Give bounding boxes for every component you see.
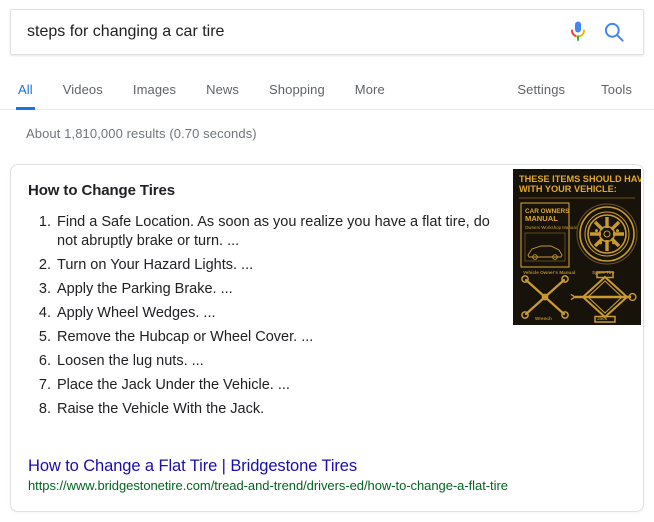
tab-news[interactable]: News — [206, 72, 239, 110]
tab-tools[interactable]: Tools — [601, 72, 632, 110]
featured-snippet-source: How to Change a Flat Tire | Bridgestone … — [28, 456, 628, 494]
list-item: Loosen the lug nuts. ... — [55, 352, 499, 371]
google-search-results-page: All Videos Images News Shopping More Set… — [0, 0, 654, 522]
search-bar-icons — [569, 20, 643, 44]
featured-snippet-card: How to Change Tires Find a Safe Location… — [10, 164, 644, 512]
nav-tabs-left: All Videos Images News Shopping More — [18, 72, 415, 110]
microphone-icon[interactable] — [569, 20, 587, 44]
list-item: Remove the Hubcap or Wheel Cover. ... — [55, 328, 499, 347]
thumbnail-caption-jack: Jack — [597, 316, 608, 321]
tab-settings[interactable]: Settings — [517, 72, 565, 110]
tab-shopping[interactable]: Shopping — [269, 72, 325, 110]
result-url: https://www.bridgestonetire.com/tread-an… — [28, 478, 628, 494]
nav-tabs-right: Settings Tools — [481, 72, 632, 110]
list-item: Find a Safe Location. As soon as you rea… — [55, 213, 499, 250]
search-bar[interactable] — [10, 9, 644, 55]
tab-all[interactable]: All — [18, 72, 33, 110]
search-nav-tabs: All Videos Images News Shopping More Set… — [0, 72, 654, 110]
featured-snippet-steps-list: Find a Safe Location. As soon as you rea… — [29, 213, 499, 424]
result-stats: About 1,810,000 results (0.70 seconds) — [26, 126, 257, 141]
list-item: Apply the Parking Brake. ... — [55, 280, 499, 299]
list-item: Raise the Vehicle With the Jack. — [55, 400, 499, 419]
list-item: Place the Jack Under the Vehicle. ... — [55, 376, 499, 395]
thumbnail-heading-line1: THESE ITEMS SHOULD HAVE COME — [519, 174, 641, 184]
list-item: Apply Wheel Wedges. ... — [55, 304, 499, 323]
list-item: Turn on Your Hazard Lights. ... — [55, 256, 499, 275]
tab-more[interactable]: More — [355, 72, 385, 110]
search-input[interactable] — [11, 10, 569, 54]
svg-text:Owners Workshop Manual: Owners Workshop Manual — [525, 225, 577, 230]
search-icon[interactable] — [603, 21, 625, 43]
svg-text:MANUAL: MANUAL — [525, 214, 558, 223]
thumbnail-caption-manual: Vehicle Owner's Manual — [523, 270, 575, 275]
featured-snippet-thumbnail[interactable]: THESE ITEMS SHOULD HAVE COME WITH YOUR V… — [513, 169, 641, 325]
tab-images[interactable]: Images — [133, 72, 176, 110]
thumbnail-heading-line2: WITH YOUR VEHICLE: — [519, 184, 617, 194]
tab-videos[interactable]: Videos — [63, 72, 103, 110]
featured-snippet-title: How to Change Tires — [28, 182, 175, 199]
result-title-link[interactable]: How to Change a Flat Tire | Bridgestone … — [28, 456, 628, 476]
thumbnail-caption-wrench: Wrench — [535, 316, 552, 321]
